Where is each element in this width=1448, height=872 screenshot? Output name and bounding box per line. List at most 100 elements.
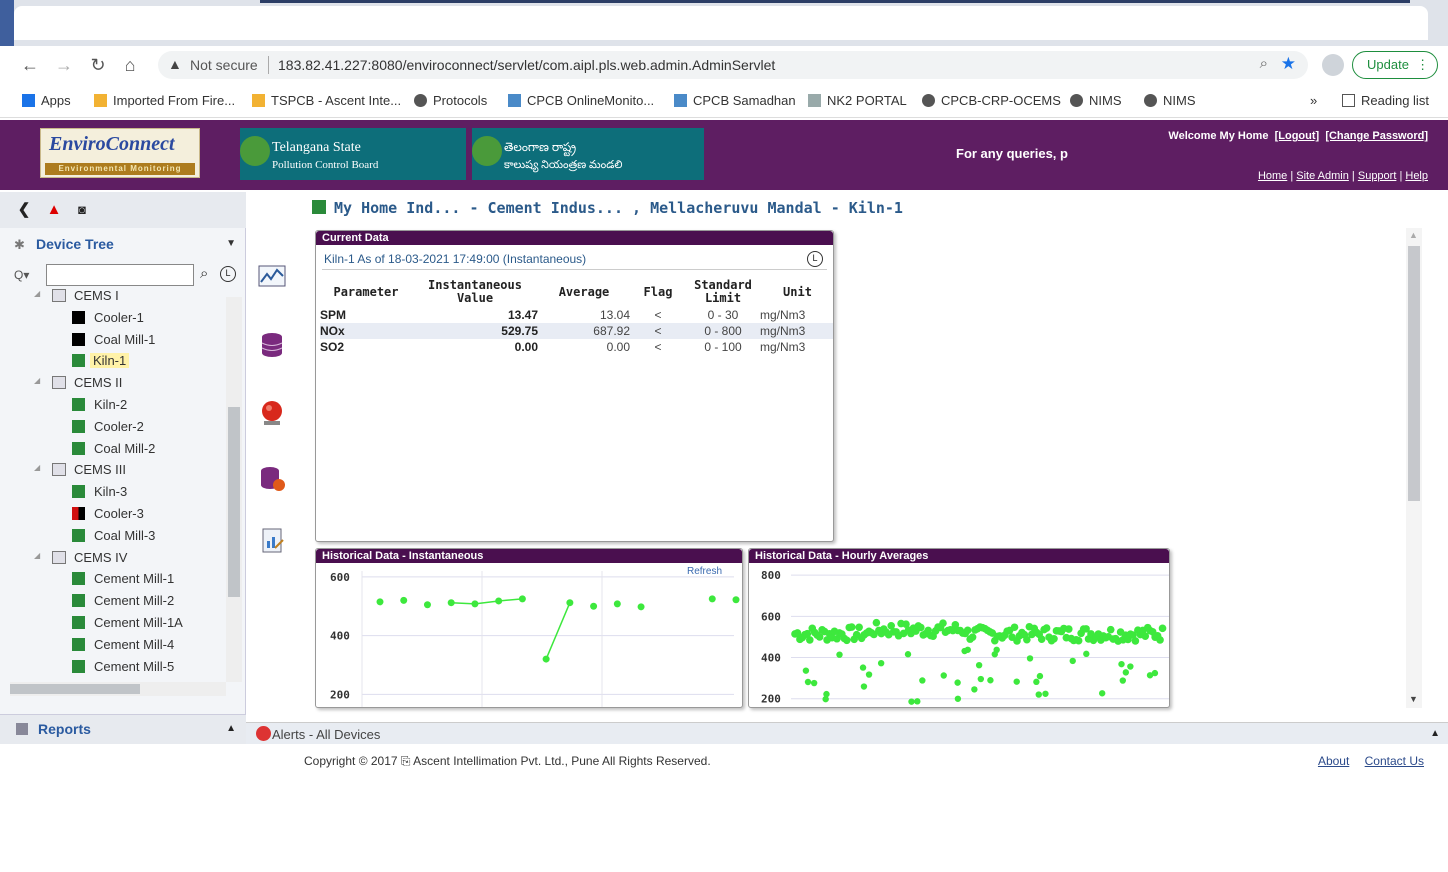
support-link[interactable]: Support <box>1358 170 1397 182</box>
bookmark-item[interactable]: Protocols <box>414 93 487 108</box>
database-alert-icon[interactable] <box>257 464 287 494</box>
scrollbar-thumb[interactable] <box>1408 246 1420 501</box>
bookmark-item[interactable]: CPCB Samadhan <box>674 93 796 108</box>
scrollbar-thumb[interactable] <box>10 684 140 694</box>
column-header: Parameter <box>333 284 399 299</box>
bookmark-item[interactable]: Apps <box>22 93 71 108</box>
table-cell: < <box>654 307 662 322</box>
tree-group[interactable]: ◢ CEMS III <box>0 460 226 482</box>
expand-toggle-icon[interactable]: ◢ <box>34 463 40 472</box>
tree-device[interactable]: Kiln-3 <box>0 482 226 504</box>
zoom-icon[interactable]: ⌕ <box>1260 55 1268 72</box>
active-tab[interactable] <box>14 6 1428 40</box>
device-status-icon <box>72 528 85 542</box>
scroll-down-icon[interactable]: ▼ <box>1409 694 1418 704</box>
tree-device[interactable]: Cooler-2 <box>0 417 226 439</box>
bookmark-item[interactable]: NK2 PORTAL <box>808 93 907 108</box>
help-link[interactable]: Help <box>1405 170 1428 182</box>
tree-device[interactable]: Coal Mill-3 <box>0 526 226 548</box>
tree-group[interactable]: ◢ CEMS IV <box>0 548 226 570</box>
data-point <box>1010 623 1019 632</box>
tree-device[interactable]: Coal Mill-2 <box>0 439 226 461</box>
tree-device[interactable]: Cement Mill-2 <box>0 591 226 613</box>
scrollbar-thumb[interactable] <box>228 407 240 597</box>
expand-toggle-icon[interactable]: ◢ <box>34 551 40 560</box>
collapse-panel-icon[interactable]: ❮ <box>14 200 34 220</box>
search-icon[interactable]: ⌕ <box>200 265 208 282</box>
back-icon[interactable]: ← <box>18 53 42 77</box>
table-cell: mg/Nm3 <box>760 307 806 322</box>
expand-toggle-icon[interactable]: ◢ <box>34 376 40 385</box>
table-cell: mg/Nm3 <box>760 339 806 354</box>
reading-list-button[interactable]: Reading list <box>1342 93 1429 108</box>
tree-device[interactable]: Cooler-1 <box>0 308 226 330</box>
search-filter-icon[interactable]: Q▾ <box>14 268 29 282</box>
alert-triangle-icon[interactable]: ▲ <box>44 200 64 220</box>
tree-item-label: Kiln-1 <box>90 353 130 369</box>
chevron-down-icon[interactable]: ▼ <box>226 238 236 249</box>
reports-section[interactable]: Reports ▲ <box>0 714 246 744</box>
url-text[interactable]: 183.82.41.227:8080/enviroconnect/servlet… <box>278 57 775 73</box>
tree-group[interactable]: ◢ CEMS I <box>0 286 226 308</box>
bookmark-label: Protocols <box>433 93 488 108</box>
home-link[interactable]: Home <box>1258 170 1287 182</box>
bookmark-star-icon[interactable]: ★ <box>1281 54 1296 74</box>
trend-chart-icon[interactable] <box>257 262 287 292</box>
tree-device[interactable]: Cement Mill-5 <box>0 657 226 679</box>
reload-icon[interactable]: ↻ <box>86 53 110 77</box>
clock-icon[interactable]: L <box>807 251 823 267</box>
tree-device[interactable]: Coal Mill-1 <box>0 330 226 352</box>
alerts-bar[interactable]: Alerts - All Devices ▲ <box>246 722 1448 744</box>
logout-link[interactable]: [Logout] <box>1275 130 1320 142</box>
data-point <box>914 698 921 705</box>
contact-link[interactable]: Contact Us <box>1365 754 1424 768</box>
tree-device[interactable]: Kiln-2 <box>0 395 226 417</box>
chevron-up-icon[interactable]: ▲ <box>1430 728 1440 739</box>
enviroconnect-logo[interactable]: EnviroConnect Environmental Monitoring <box>40 128 200 178</box>
clock-icon[interactable]: L <box>220 266 236 282</box>
data-point <box>1069 657 1076 665</box>
home-icon[interactable]: ⌂ <box>118 53 142 77</box>
profile-avatar[interactable] <box>1322 54 1344 76</box>
y-tick-label: 200 <box>330 688 350 701</box>
bookmark-item[interactable]: NIMS <box>1070 93 1122 108</box>
tree-group[interactable]: ◢ CEMS II <box>0 373 226 395</box>
chevron-up-icon[interactable]: ▲ <box>226 723 236 734</box>
scroll-up-icon[interactable]: ▲ <box>1409 230 1418 240</box>
more-bookmarks-icon[interactable]: » <box>1310 93 1317 108</box>
main-vertical-scrollbar[interactable]: ▲ ▼ <box>1406 228 1422 708</box>
omnibox[interactable]: ▲ Not secure 183.82.41.227:8080/enviroco… <box>158 51 1308 79</box>
change-password-link[interactable]: [Change Password] <box>1325 130 1428 142</box>
bookmark-item[interactable]: NIMS <box>1144 93 1196 108</box>
tree-branch-icon: ✱ <box>14 237 25 252</box>
tree-vertical-scrollbar[interactable] <box>226 297 242 682</box>
data-point <box>1098 690 1106 697</box>
bookmark-item[interactable]: CPCB-CRP-OCEMS <box>922 93 1061 108</box>
forward-icon[interactable]: → <box>52 53 76 77</box>
device-tree: ◢ CEMS I Cooler-1 Coal Mill-1 Kiln-1 ◢ CEMS II… <box>0 288 226 872</box>
about-link[interactable]: About <box>1318 754 1349 768</box>
expand-toggle-icon[interactable]: ◢ <box>34 289 40 298</box>
device-tree-header[interactable]: ✱ Device Tree ▼ <box>0 228 246 260</box>
tree-device[interactable]: Cement Mill-1 <box>0 569 226 591</box>
database-icon[interactable] <box>257 330 287 360</box>
tree-device[interactable]: Kiln-1 <box>0 351 226 373</box>
tree-item-label: Cooler-3 <box>94 506 144 521</box>
update-button[interactable]: Update ⋮ <box>1352 51 1438 79</box>
report-document-icon[interactable] <box>257 526 287 556</box>
tree-item-label: Coal Mill-3 <box>94 527 156 543</box>
column-header: Average <box>558 284 610 299</box>
logo-subtitle: Environmental Monitoring <box>45 163 195 175</box>
tree-device[interactable]: Cement Mill-4 <box>0 635 226 657</box>
alarm-bell-icon[interactable] <box>257 398 287 428</box>
tree-device[interactable]: Cement Mill-1A <box>0 613 226 635</box>
camera-icon[interactable]: ◙ <box>72 200 92 220</box>
tree-search-input[interactable] <box>46 264 194 286</box>
tree-device[interactable]: Cooler-3 <box>0 504 226 526</box>
tree-horizontal-scrollbar[interactable] <box>10 682 226 696</box>
bookmark-item[interactable]: CPCB OnlineMonito... <box>508 93 654 108</box>
bookmark-item[interactable]: TSPCB - Ascent Inte... <box>252 93 401 108</box>
data-point <box>732 596 740 604</box>
bookmark-item[interactable]: Imported From Fire... <box>94 93 235 108</box>
site-admin-link[interactable]: Site Admin <box>1296 170 1349 182</box>
